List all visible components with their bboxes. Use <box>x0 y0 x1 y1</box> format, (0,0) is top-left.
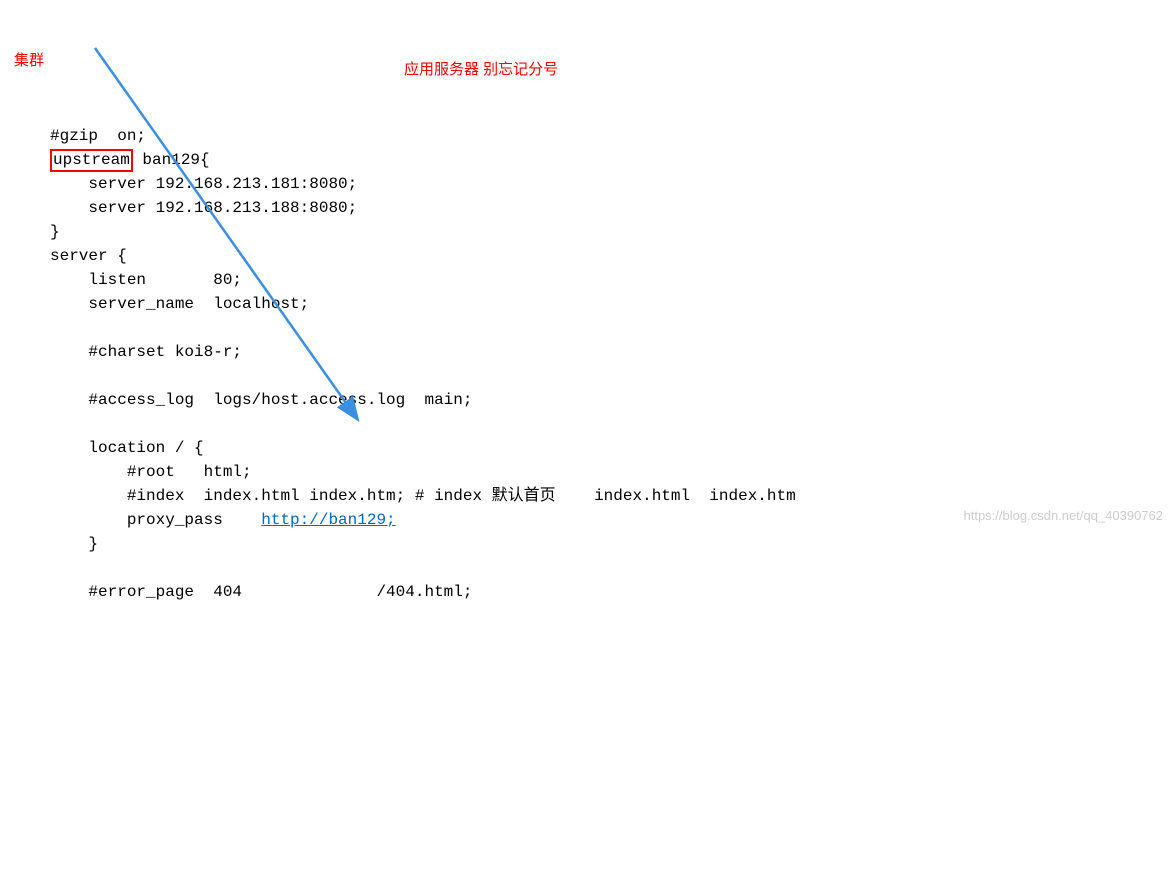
proxy-pass-url-link[interactable]: http://ban129; <box>261 511 395 529</box>
code-line: listen 80; <box>50 271 242 289</box>
code-line: } <box>50 535 98 553</box>
code-line: #root html; <box>50 463 252 481</box>
code-line: #error_page 404 /404.html; <box>50 583 472 601</box>
code-line: server 192.168.213.181:8080; <box>50 175 357 193</box>
annotation-server-note: 应用服务器 别忘记分号 <box>404 59 558 82</box>
nginx-config-code: #gzip on; upstream ban129{ server 192.16… <box>0 96 1173 604</box>
code-text: proxy_pass <box>50 511 261 529</box>
watermark-text: https://blog.csdn.net/qq_40390762 <box>964 506 1164 526</box>
code-line: server_name localhost; <box>50 295 309 313</box>
code-line: location / { <box>50 439 204 457</box>
upstream-keyword-box: upstream <box>50 149 133 172</box>
code-line: } <box>50 223 60 241</box>
code-line: #access_log logs/host.access.log main; <box>50 391 472 409</box>
code-line: #gzip on; <box>50 127 146 145</box>
code-line: server { <box>50 247 127 265</box>
code-text: ban129{ <box>133 151 210 169</box>
annotation-cluster: 集群 <box>14 50 44 73</box>
code-line: #index index.html index.htm; # index 默认首… <box>50 487 796 505</box>
code-line: #charset koi8-r; <box>50 343 242 361</box>
code-line: server 192.168.213.188:8080; <box>50 199 357 217</box>
